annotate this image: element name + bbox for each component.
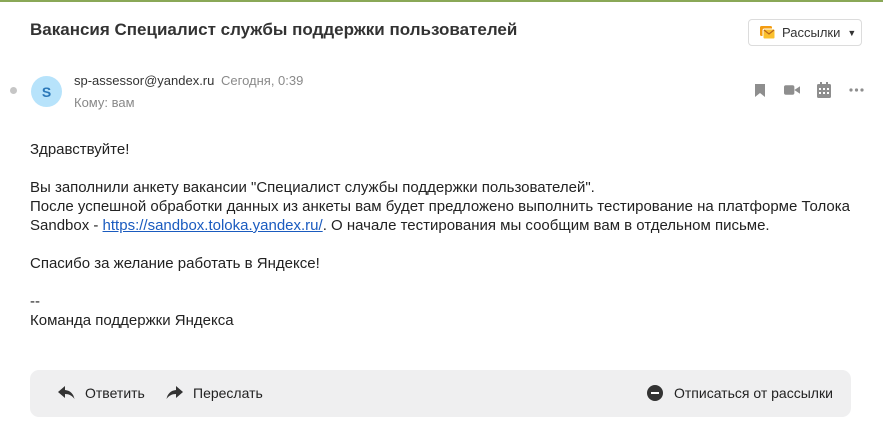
body-line-2: После успешной обработки данных из анкет… <box>30 198 851 215</box>
sender-avatar[interactable]: S <box>31 76 62 107</box>
forward-arrow-icon <box>165 384 183 402</box>
reply-button[interactable]: Ответить <box>57 384 145 402</box>
signature-dash: -- <box>30 293 40 310</box>
unsubscribe-button[interactable]: Отписаться от рассылки <box>646 384 833 402</box>
calendar-icon[interactable] <box>816 82 832 98</box>
forward-label: Переслать <box>193 385 263 401</box>
reply-arrow-icon <box>57 384 75 402</box>
mailing-icon <box>759 24 776 41</box>
reply-label: Ответить <box>85 385 145 401</box>
unread-indicator[interactable] <box>10 87 17 94</box>
forward-button[interactable]: Переслать <box>165 384 263 402</box>
email-body: Здравствуйте! Вы заполнили анкету ваканс… <box>30 140 860 330</box>
video-camera-icon[interactable] <box>784 82 800 98</box>
signature-text: Команда поддержки Яндекса <box>30 312 234 329</box>
bookmark-icon[interactable] <box>752 82 768 98</box>
body-line-3-suffix: . О начале тестирования мы сообщим вам в… <box>322 217 770 234</box>
sender-email[interactable]: sp-assessor@yandex.ru <box>74 73 214 88</box>
mailings-button[interactable]: Рассылки ▼ <box>748 19 862 46</box>
body-line-3-prefix: Sandbox - <box>30 217 103 234</box>
minus-circle-icon <box>646 384 664 402</box>
greeting-text: Здравствуйте! <box>30 141 130 158</box>
body-line-1: Вы заполнили анкету вакансии "Специалист… <box>30 179 595 196</box>
mailings-label: Рассылки <box>782 25 841 40</box>
chevron-down-icon: ▼ <box>847 27 857 38</box>
recipient-line[interactable]: Кому: вам <box>74 95 135 110</box>
email-subject: Вакансия Специалист службы поддержки пол… <box>30 20 518 39</box>
toloka-sandbox-link[interactable]: https://sandbox.toloka.yandex.ru/ <box>103 217 323 234</box>
message-time: Сегодня, 0:39 <box>221 73 304 88</box>
more-dots-icon[interactable] <box>848 82 864 98</box>
body-line-3: Sandbox - https://sandbox.toloka.yandex.… <box>30 216 860 235</box>
sender-line: sp-assessor@yandex.ru Сегодня, 0:39 <box>74 73 303 88</box>
message-toolbar: Ответить Переслать Отписаться от рассылк… <box>30 370 851 417</box>
unsubscribe-label: Отписаться от рассылки <box>674 385 833 401</box>
message-actions <box>752 82 864 98</box>
top-accent-line <box>0 0 883 2</box>
thanks-text: Спасибо за желание работать в Яндексе! <box>30 255 320 272</box>
